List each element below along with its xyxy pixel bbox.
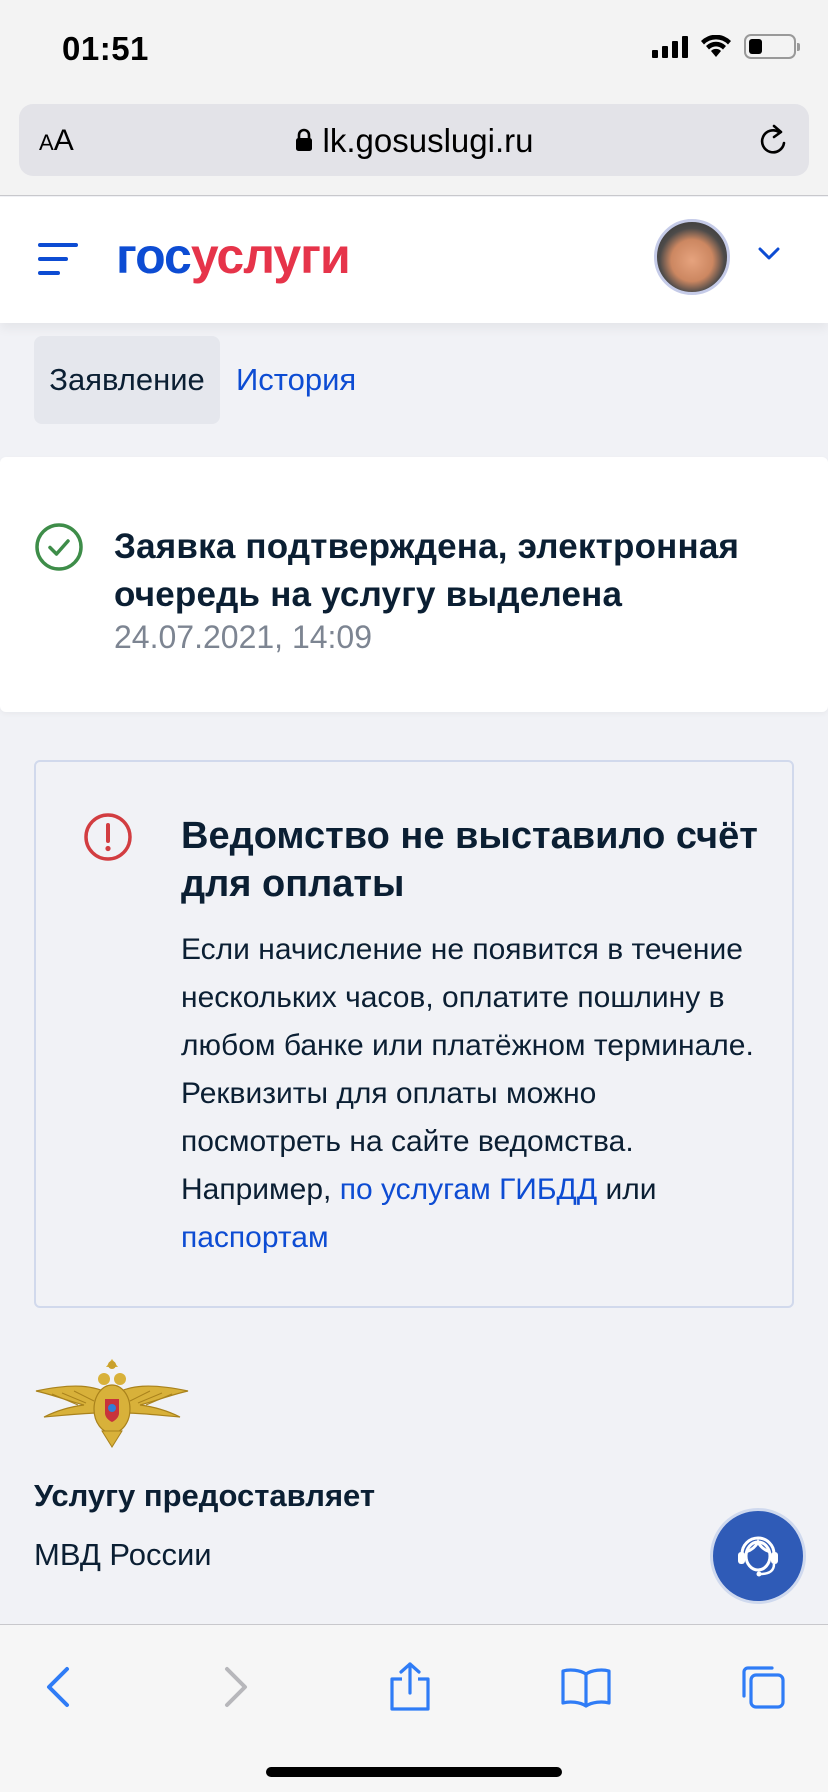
- exclamation-circle-icon: [84, 813, 132, 861]
- warning-title: Ведомство не выставило счёт для оплаты: [181, 815, 758, 905]
- bookmarks-button[interactable]: [556, 1657, 616, 1717]
- gibdd-link[interactable]: по услугам ГИБДД: [340, 1173, 598, 1206]
- payment-warning: Ведомство не выставило счёт для оплаты Е…: [34, 760, 794, 1308]
- provider-name: МВД России: [34, 1537, 212, 1572]
- check-circle-icon: [35, 523, 83, 571]
- avatar[interactable]: [654, 219, 730, 295]
- tabs-icon: [742, 1666, 785, 1709]
- site-header: госуслуги: [0, 197, 828, 323]
- passports-link[interactable]: паспортам: [181, 1221, 329, 1254]
- status-time: 01:51: [62, 30, 149, 67]
- address-bar[interactable]: AA lk.gosuslugi.ru: [19, 104, 809, 176]
- bookmarks-icon: [561, 1668, 611, 1708]
- lock-icon: [295, 129, 312, 152]
- support-icon: [738, 1536, 778, 1577]
- emblem-icon: [35, 1359, 189, 1448]
- share-icon: [390, 1662, 430, 1711]
- tab-history[interactable]: История: [220, 336, 372, 424]
- status-icons: [652, 34, 800, 59]
- back-button[interactable]: [28, 1657, 88, 1717]
- support-button[interactable]: [710, 1508, 806, 1604]
- status-card: Заявка подтверждена, электронная очередь…: [0, 457, 828, 712]
- gosuslugi-logo[interactable]: госуслуги: [116, 227, 351, 285]
- status-title: Заявка подтверждена, электронная очередь…: [114, 527, 740, 614]
- chevron-down-icon[interactable]: [758, 247, 780, 261]
- back-icon: [47, 1667, 69, 1707]
- home-indicator: [266, 1767, 562, 1777]
- tabs-button[interactable]: [732, 1657, 792, 1717]
- wifi-icon: [701, 34, 731, 57]
- browser-address-area: AA lk.gosuslugi.ru: [0, 100, 828, 196]
- tab-application[interactable]: Заявление: [34, 336, 220, 424]
- forward-icon: [225, 1667, 247, 1707]
- menu-icon[interactable]: [38, 243, 78, 275]
- status-bar: 01:51: [0, 0, 828, 100]
- warning-body: Если начисление не появится в течение не…: [181, 926, 761, 1262]
- share-button[interactable]: [380, 1657, 440, 1717]
- reload-icon[interactable]: [757, 122, 791, 158]
- battery-icon: [744, 34, 800, 59]
- warning-text: Если начисление не появится в течение не…: [181, 933, 754, 1206]
- provider-label: Услугу предоставляет: [34, 1478, 376, 1513]
- status-date: 24.07.2021, 14:09: [114, 619, 373, 655]
- url-field[interactable]: lk.gosuslugi.ru: [19, 122, 809, 160]
- tabs: Заявление История: [34, 336, 372, 424]
- warning-conjunction: или: [597, 1173, 657, 1206]
- browser-toolbar: [0, 1624, 828, 1792]
- url-text: lk.gosuslugi.ru: [322, 122, 534, 159]
- cellular-signal-icon: [652, 35, 688, 58]
- forward-button[interactable]: [206, 1657, 266, 1717]
